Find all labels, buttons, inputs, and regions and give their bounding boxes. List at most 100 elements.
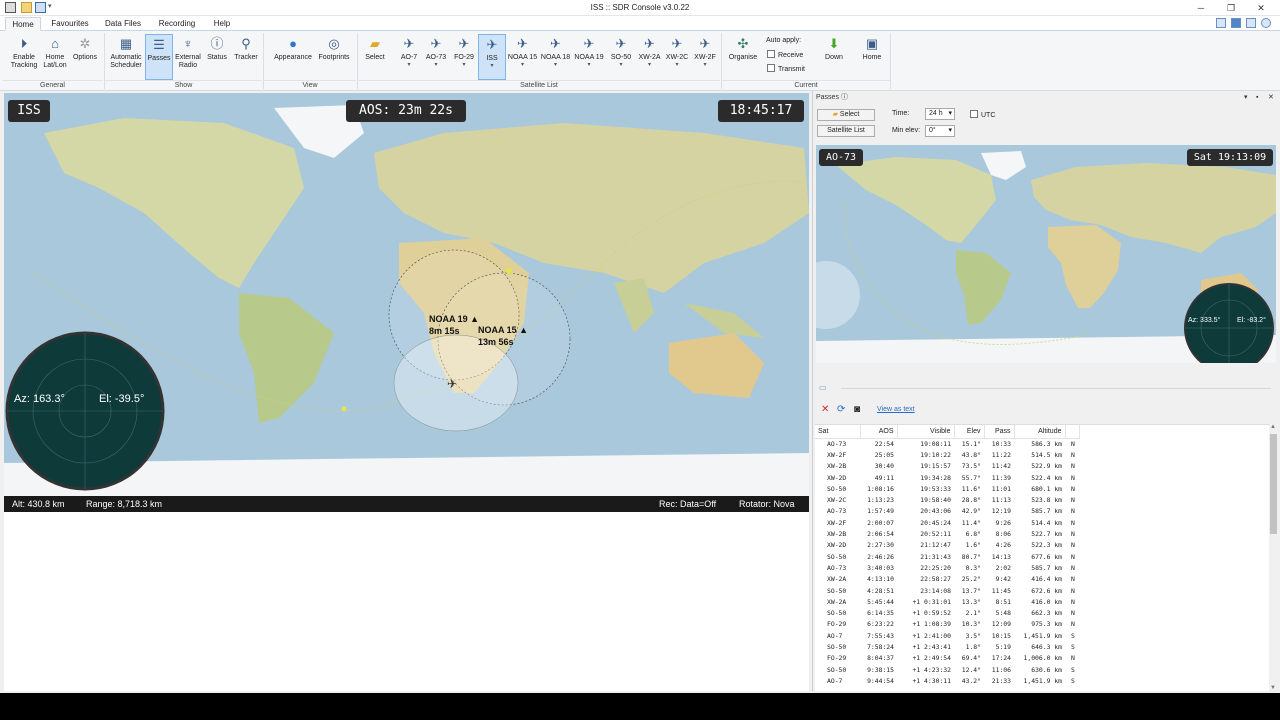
table-row[interactable]: XW-2F 25:05 19:10:22 43.8° 11:22 514.5 km N bbox=[815, 449, 1079, 460]
status-button[interactable]: ⓘ Status bbox=[203, 34, 231, 80]
layout-icon[interactable] bbox=[1216, 18, 1226, 28]
camera-icon[interactable]: ◙ bbox=[854, 404, 860, 415]
table-row[interactable]: SO-50 1:08:16 19:53:33 11.6° 11:01 680.1 km N bbox=[815, 483, 1079, 494]
satellite-button[interactable]: ✈ ISS ▾ bbox=[478, 34, 506, 80]
restore-button[interactable]: ❐ bbox=[1216, 0, 1246, 16]
satellite-button[interactable]: ✈ NOAA 19 ▾ bbox=[572, 34, 606, 80]
options-button[interactable]: ✲ Options bbox=[69, 34, 101, 80]
select-satellite-button[interactable]: ▰ Select bbox=[362, 34, 388, 80]
organise-button[interactable]: ✣ Organise bbox=[725, 34, 761, 80]
table-row[interactable]: AO-7 9:44:54 +1 4:30:11 43.2° 21:33 1,451.9 k… bbox=[815, 675, 1079, 686]
select-button[interactable]: ▰ Select bbox=[817, 109, 875, 121]
table-row[interactable]: XW-2F 2:00:07 20:45:24 11.4° 9:26 514.4 km N bbox=[815, 517, 1079, 528]
column-header-elev[interactable]: Elev bbox=[954, 425, 985, 439]
pass-preview-map[interactable]: AO-73 Sat 19:13:09 Az: 333.5° El: -83.2° bbox=[816, 145, 1276, 363]
satellite-button[interactable]: ✈ XW-2A ▾ bbox=[636, 34, 663, 80]
table-row[interactable]: XW-2D 2:27:30 21:12:47 1.6° 4:26 522.3 km N bbox=[815, 540, 1079, 551]
table-row[interactable]: SO-50 2:46:26 21:31:43 80.7° 14:13 677.6 km N bbox=[815, 551, 1079, 562]
refresh-icon[interactable]: ⟳ bbox=[837, 404, 845, 415]
min-elev-select[interactable]: 0° ▾ bbox=[925, 125, 955, 137]
scrollbar-thumb[interactable] bbox=[1270, 434, 1277, 534]
column-header-pass[interactable]: Pass bbox=[984, 425, 1015, 439]
table-row[interactable]: SO-50 7:58:24 +1 2:43:41 1.8° 5:19 646.3 km S bbox=[815, 641, 1079, 652]
table-cell: 28.8° bbox=[961, 496, 981, 505]
table-row[interactable]: XW-2B 30:40 19:15:57 73.5° 11:42 522.9 km N bbox=[815, 461, 1079, 472]
transmit-checkbox-box[interactable] bbox=[767, 64, 775, 72]
utc-checkbox[interactable]: UTC bbox=[970, 110, 995, 120]
receive-checkbox[interactable]: Receive bbox=[767, 50, 803, 60]
scroll-down-icon[interactable]: ▼ bbox=[1270, 685, 1276, 691]
column-header-sat[interactable]: Sat bbox=[815, 425, 861, 439]
tab-favourites[interactable]: Favourites bbox=[46, 17, 94, 31]
satellite-button[interactable]: ✈ XW-2C ▾ bbox=[663, 34, 691, 80]
home-button[interactable]: ▣ Home bbox=[856, 34, 888, 80]
dropdown-icon[interactable]: ▾ bbox=[1244, 91, 1248, 104]
home-latlon-button[interactable]: ⌂ Home Lat/Lon bbox=[41, 34, 69, 80]
table-row[interactable]: SO-50 9:38:15 +1 4:23:32 12.4° 11:06 630.6 km… bbox=[815, 664, 1079, 675]
group-view-label: View bbox=[264, 80, 356, 90]
table-row[interactable]: AO-73 22:54 19:08:11 15.1° 10:33 586.3 km N bbox=[815, 438, 1079, 449]
appearance-button[interactable]: ● Appearance bbox=[271, 34, 315, 80]
timeline-slider[interactable] bbox=[841, 388, 1271, 389]
table-row[interactable]: SO-50 6:14:35 +1 0:59:52 2.1° 5:48 662.3 km N bbox=[815, 607, 1079, 618]
table-cell: 5:48 bbox=[995, 609, 1011, 618]
pin-icon[interactable]: ▪ bbox=[1256, 91, 1258, 104]
satellite-button-label: XW-2F bbox=[694, 54, 716, 61]
satellite-button[interactable]: ✈ SO-50 ▾ bbox=[606, 34, 636, 80]
tab-recording[interactable]: Recording bbox=[154, 17, 200, 31]
minimize-button[interactable]: ─ bbox=[1186, 0, 1216, 16]
satellite-icon[interactable]: ✈ bbox=[447, 377, 457, 391]
passes-table-scrollbar[interactable]: ▲ ▼ bbox=[1269, 424, 1278, 691]
world-map[interactable]: ISS AOS: 23m 22s 18:45:17 Az: 163.3° El:… bbox=[4, 93, 809, 496]
table-row[interactable]: AO-7 7:55:43 +1 2:41:00 3.5° 10:15 1,451.9 km… bbox=[815, 630, 1079, 641]
table-row[interactable]: FO-29 6:23:22 +1 1:08:39 10.3° 12:09 975.3 km… bbox=[815, 619, 1079, 630]
tab-data-files[interactable]: Data Files bbox=[100, 17, 146, 31]
utc-checkbox-box[interactable] bbox=[970, 110, 978, 118]
delete-icon[interactable]: ✕ bbox=[821, 404, 829, 415]
table-row[interactable]: FO-29 8:04:37 +1 2:49:54 69.4° 17:24 1,006.0 … bbox=[815, 653, 1079, 664]
column-header-altitude[interactable]: Altitude bbox=[1014, 425, 1066, 439]
table-cell: S bbox=[1071, 642, 1075, 651]
automatic-scheduler-button[interactable]: ▦ Automatic Scheduler bbox=[107, 34, 145, 80]
tab-help[interactable]: Help bbox=[208, 17, 236, 31]
column-header-visible[interactable]: Visible bbox=[897, 425, 955, 439]
footprints-button[interactable]: ◎ Footprints bbox=[315, 34, 353, 80]
view-as-text-link[interactable]: View as text bbox=[877, 406, 915, 413]
table-row[interactable]: XW-2B 2:06:54 20:52:11 6.8° 8:06 522.7 km N bbox=[815, 528, 1079, 539]
scroll-up-icon[interactable]: ▲ bbox=[1270, 424, 1276, 430]
table-row[interactable]: AO-73 1:57:49 20:43:06 42.9° 12:19 585.7 km N bbox=[815, 506, 1079, 517]
satellite-list-button[interactable]: Satellite List bbox=[817, 125, 875, 137]
layout-grid-icon[interactable] bbox=[1246, 18, 1256, 28]
external-radio-button[interactable]: ♆ External Radio bbox=[173, 34, 203, 80]
transmit-checkbox[interactable]: Transmit bbox=[767, 64, 805, 74]
tab-home[interactable]: Home bbox=[5, 17, 41, 31]
receive-checkbox-box[interactable] bbox=[767, 50, 775, 58]
satellite-button[interactable]: ✈ FO-29 ▾ bbox=[450, 34, 478, 80]
column-header-aos[interactable]: AOS bbox=[860, 425, 898, 439]
print-icon[interactable]: ▭ bbox=[819, 383, 827, 392]
table-row[interactable]: XW-2D 49:11 19:34:28 55.7° 11:39 522.4 km N bbox=[815, 472, 1079, 483]
enable-tracking-button[interactable]: ⏵ Enable Tracking bbox=[6, 34, 42, 80]
info-icon[interactable]: ⓘ bbox=[841, 91, 848, 104]
satellite-button[interactable]: ✈ AO-73 ▾ bbox=[422, 34, 450, 80]
satellite-button[interactable]: ✈ XW-2F ▾ bbox=[691, 34, 719, 80]
table-row[interactable]: SO-50 4:28:51 23:14:08 13.7° 11:45 672.6 km N bbox=[815, 585, 1079, 596]
table-cell: +1 2:41:00 bbox=[912, 631, 951, 640]
panel-close-icon[interactable]: ✕ bbox=[1268, 91, 1274, 104]
close-button[interactable]: ✕ bbox=[1246, 0, 1276, 16]
down-button[interactable]: ⬇ Down bbox=[818, 34, 850, 80]
table-row[interactable]: XW-2C 1:13:23 19:58:40 28.8° 11:13 523.8 km N bbox=[815, 494, 1079, 505]
empty-panel bbox=[4, 512, 809, 691]
passes-button[interactable]: ☰ Passes bbox=[145, 34, 173, 80]
time-select[interactable]: 24 h ▾ bbox=[925, 108, 955, 120]
table-cell: 8:06 bbox=[995, 530, 1011, 539]
satellite-button[interactable]: ✈ AO-7 ▾ bbox=[395, 34, 423, 80]
layout-active-icon[interactable] bbox=[1231, 18, 1241, 28]
satellite-button[interactable]: ✈ NOAA 15 ▾ bbox=[506, 34, 539, 80]
settings-gear-icon[interactable] bbox=[1261, 18, 1271, 28]
table-row[interactable]: XW-2A 4:13:10 22:58:27 25.2° 9:42 416.4 km N bbox=[815, 574, 1079, 585]
table-row[interactable]: AO-73 3:40:03 22:25:20 0.3° 2:02 585.7 km N bbox=[815, 562, 1079, 573]
table-row[interactable]: XW-2A 5:45:44 +1 0:31:01 13.3° 8:51 416.0 km N bbox=[815, 596, 1079, 607]
tracker-button[interactable]: ⚲ Tracker bbox=[231, 34, 261, 80]
satellite-button[interactable]: ✈ NOAA 18 ▾ bbox=[539, 34, 572, 80]
